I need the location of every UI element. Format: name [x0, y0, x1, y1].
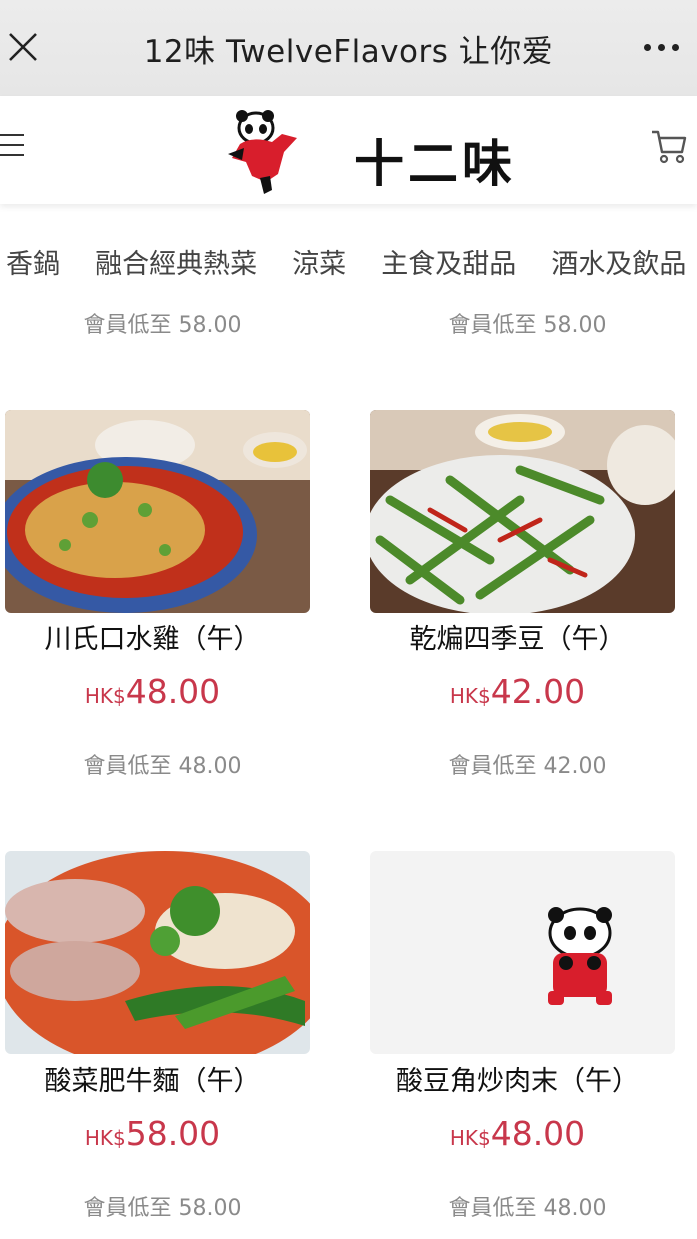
product-name[interactable]: 酸豆角炒肉末（午）: [365, 1059, 670, 1098]
product-image-green-beans[interactable]: [370, 410, 675, 613]
page-title: 12味 TwelveFlavors 让你爱: [143, 34, 554, 70]
category-nav: 香鍋 融合經典熱菜 涼菜 主食及甜品 酒水及飲品: [0, 226, 697, 296]
member-price: 會員低至 42.00: [448, 754, 607, 779]
member-price: 會員低至 48.00: [448, 1196, 607, 1221]
price-amount: 42.00: [490, 672, 586, 711]
category-tab[interactable]: 主食及甜品: [381, 242, 516, 281]
product-image-placeholder[interactable]: [370, 851, 675, 1054]
product-image-beef-noodle[interactable]: [5, 851, 310, 1054]
product-price: HK$48.00: [365, 1114, 670, 1153]
price-currency: HK$: [84, 684, 126, 708]
price-amount: 48.00: [490, 1114, 586, 1153]
member-price: 會員低至 58.00: [83, 313, 242, 338]
panda-placeholder-icon: [548, 907, 612, 1005]
product-name[interactable]: 酸菜肥牛麵（午）: [0, 1059, 305, 1098]
price-currency: HK$: [449, 1126, 491, 1150]
member-price: 會員低至 58.00: [448, 313, 607, 338]
site-header: 十二味: [0, 96, 697, 204]
app-topbar: 12味 TwelveFlavors 让你爱: [0, 0, 697, 96]
price-currency: HK$: [449, 684, 491, 708]
product-name[interactable]: 川氏口水雞（午）: [0, 617, 305, 656]
category-tab[interactable]: 香鍋: [6, 242, 60, 281]
more-icon[interactable]: [644, 44, 679, 51]
cart-icon[interactable]: [650, 128, 688, 164]
product-price: HK$48.00: [0, 672, 305, 711]
member-price: 會員低至 58.00: [83, 1196, 242, 1221]
product-price: HK$58.00: [0, 1114, 305, 1153]
price-amount: 48.00: [125, 672, 221, 711]
category-tab[interactable]: 融合經典熱菜: [95, 242, 257, 281]
product-price: HK$42.00: [365, 672, 670, 711]
category-tab[interactable]: 涼菜: [292, 242, 346, 281]
brand-logo[interactable]: 十二味: [222, 104, 548, 198]
hamburger-icon[interactable]: [0, 134, 26, 156]
logo-text: 十二味: [354, 134, 516, 193]
price-amount: 58.00: [125, 1114, 221, 1153]
member-price: 會員低至 48.00: [83, 754, 242, 779]
product-image-chicken[interactable]: [5, 410, 310, 613]
category-tab[interactable]: 酒水及飲品: [551, 242, 686, 281]
price-currency: HK$: [84, 1126, 126, 1150]
product-name[interactable]: 乾煸四季豆（午）: [365, 617, 670, 656]
panda-logo-icon: [228, 110, 297, 194]
